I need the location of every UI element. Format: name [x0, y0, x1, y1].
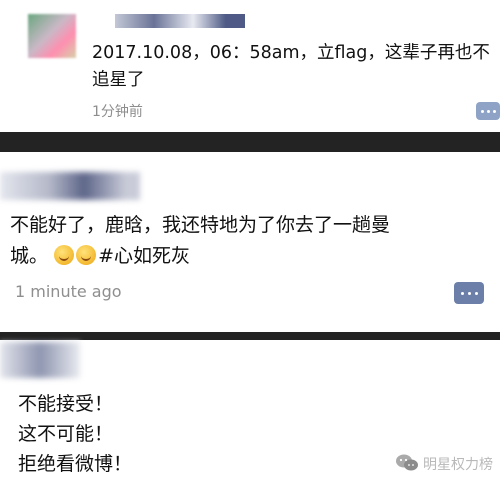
post-text-line: 这不可能！ [18, 423, 114, 445]
wechat-icon [396, 454, 418, 471]
post-text-line: 不能好了，鹿晗，我还特地为了你去了一趟曼 [10, 214, 391, 236]
post-text: 2017.10.08，06：58am，立flag，这辈子再也不追星了 [92, 43, 490, 90]
post-timestamp: 1 minute ago [15, 282, 122, 301]
smiling-face-icon [54, 245, 75, 265]
watermark-text: 明星权力榜 [423, 457, 493, 473]
post-text: 城。 [10, 245, 49, 267]
username-redacted[interactable] [0, 342, 80, 378]
post-card-1: 2017.10.08，06：58am，立flag，这辈子再也不追星了 1分钟前 [0, 0, 500, 132]
comment-icon[interactable] [454, 282, 484, 304]
divider [0, 332, 500, 340]
post-card-2: 不能好了，鹿晗，我还特地为了你去了一趟曼 城。 #心如死灰 1 minute a… [0, 152, 500, 332]
username-redacted[interactable] [115, 14, 245, 28]
comment-icon[interactable] [476, 102, 500, 120]
username-redacted[interactable] [0, 172, 140, 200]
post-card-3: 不能接受！ 这不可能！ 拒绝看微博！ 明星权力榜 [0, 340, 500, 485]
post-text-line: 城。 #心如死灰 [10, 242, 190, 270]
divider [0, 132, 500, 152]
post-timestamp: 1分钟前 [92, 104, 143, 120]
hashtag-link[interactable]: #心如死灰 [98, 245, 190, 267]
smiling-face-icon [76, 245, 97, 265]
post-text-line: 拒绝看微博！ [18, 453, 133, 475]
avatar[interactable] [28, 14, 76, 58]
post-text-line: 不能接受！ [18, 393, 114, 415]
